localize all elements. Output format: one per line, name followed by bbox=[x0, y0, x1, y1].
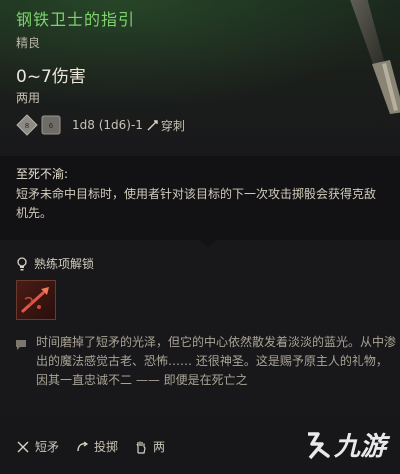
watermark: 九游 bbox=[302, 426, 386, 463]
spear-action-glyph-icon bbox=[21, 287, 49, 313]
tag-throw-label: 投掷 bbox=[94, 440, 119, 454]
damage-type: 穿刺 bbox=[160, 118, 185, 133]
d8-die-icon: 8 bbox=[16, 114, 38, 136]
throw-icon bbox=[77, 441, 89, 451]
item-damage: 0~7伤害 bbox=[16, 67, 86, 87]
spear-icon bbox=[17, 441, 29, 452]
dice-formula: 1d8 (1d6)-1 bbox=[72, 118, 143, 132]
item-tooltip: 钢铁卫士的指引 精良 0~7伤害 两用 8 6 1d8 (1d6)-1 穿刺 至… bbox=[0, 0, 400, 474]
weapon-tags: 短矛 投掷 两 bbox=[16, 438, 181, 455]
item-rarity: 精良 bbox=[16, 36, 41, 50]
tag-spear-label: 短矛 bbox=[35, 440, 60, 454]
watermark-text: 九游 bbox=[333, 432, 386, 462]
ability-description: 短矛未命中目标时，使用者针对该目标的下一次攻击掷骰会获得克敌机先。 bbox=[16, 187, 377, 220]
svg-text:6: 6 bbox=[49, 122, 54, 130]
quote-icon bbox=[16, 340, 26, 350]
jiuyou-logo bbox=[307, 431, 330, 459]
pierce-icon bbox=[147, 120, 158, 131]
lightbulb-icon bbox=[17, 256, 27, 270]
svg-text:8: 8 bbox=[25, 122, 29, 130]
item-name: 钢铁卫士的指引 bbox=[16, 10, 136, 29]
proficiency-label: 熟练项解锁 bbox=[34, 257, 95, 271]
d6-die-icon: 6 bbox=[41, 115, 61, 135]
tag-throw: 投掷 bbox=[75, 438, 118, 455]
tag-spear: 短矛 bbox=[16, 438, 59, 455]
item-handedness: 两用 bbox=[16, 91, 41, 105]
lore-text: 时间磨掉了短矛的光泽，但它的中心依然散发着淡淡的蓝光。从中渗出的魔法感觉古老、恐… bbox=[36, 335, 397, 387]
proficiency-header: 熟练项解锁 bbox=[16, 255, 94, 272]
weapon-art bbox=[350, 0, 400, 114]
dice-row: 8 6 1d8 (1d6)-1 穿刺 bbox=[16, 112, 185, 138]
tag-hand-label: 两 bbox=[153, 440, 166, 454]
ability-panel-notch bbox=[200, 240, 216, 247]
ability-name: 至死不渝: bbox=[16, 167, 69, 181]
hand-icon bbox=[136, 441, 146, 454]
tag-hand: 两 bbox=[134, 438, 165, 455]
spear-action-icon[interactable] bbox=[16, 280, 56, 320]
